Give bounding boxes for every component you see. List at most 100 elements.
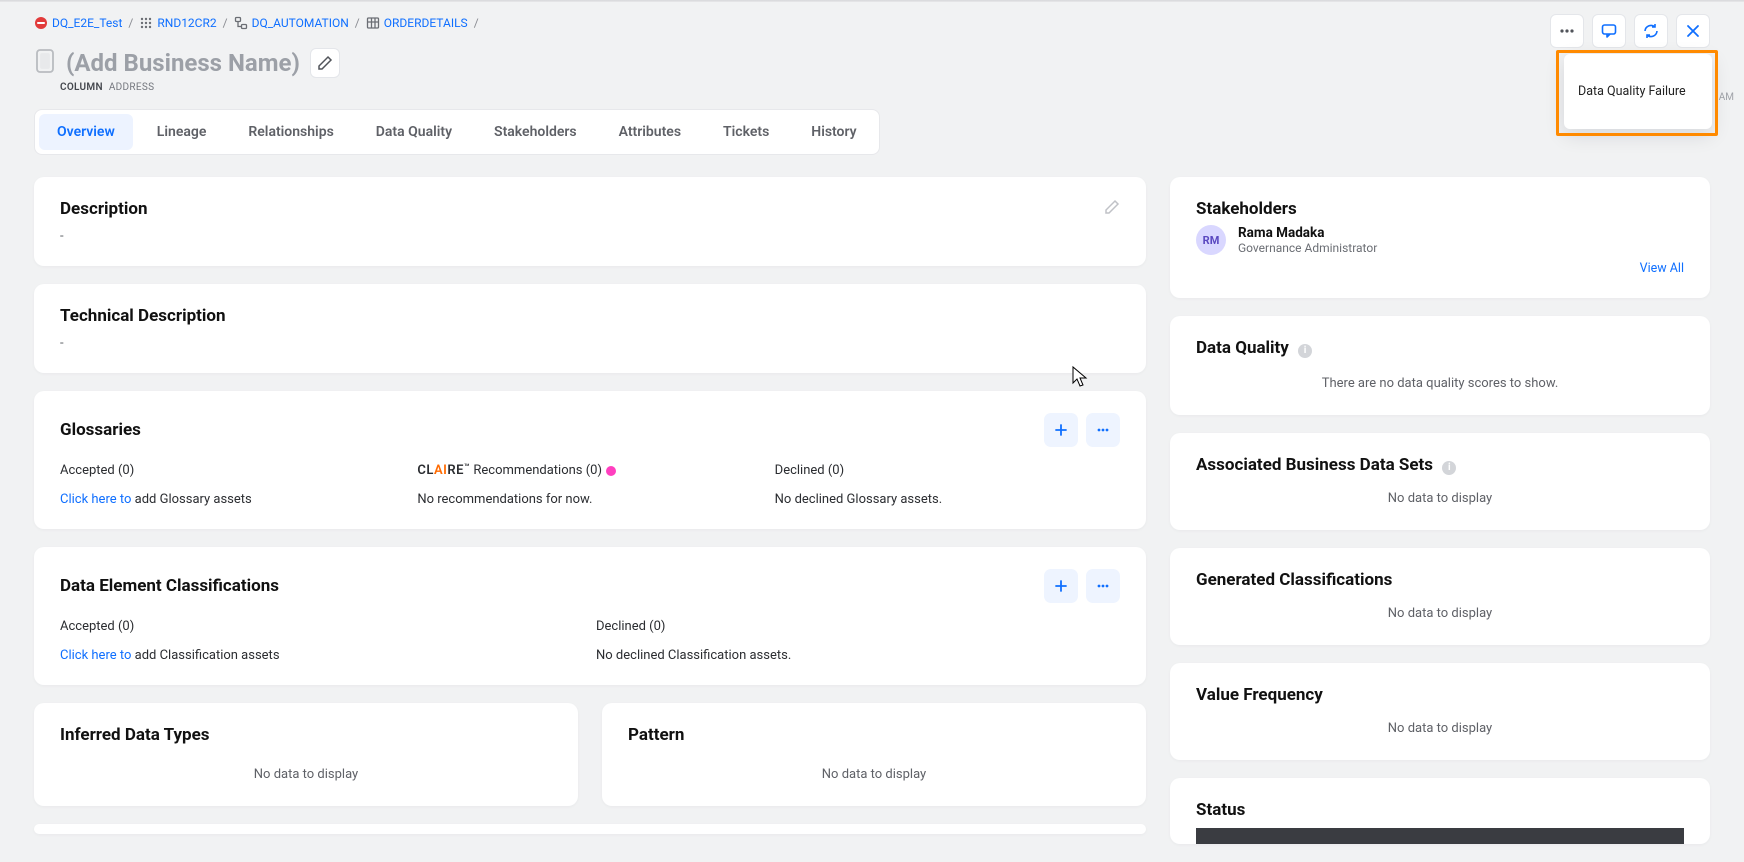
classification-declined-body: No declined Classification assets. xyxy=(596,648,1120,663)
status-card: Status xyxy=(1170,778,1710,844)
data-quality-body: There are no data quality scores to show… xyxy=(1196,368,1684,393)
refresh-button[interactable] xyxy=(1634,14,1668,48)
tab-relationships[interactable]: Relationships xyxy=(230,114,351,150)
technical-description-card: Technical Description - xyxy=(34,284,1146,373)
inferred-title: Inferred Data Types xyxy=(60,725,552,745)
forbidden-circle-icon xyxy=(34,16,48,30)
breadcrumb: DQ_E2E_Test / RND12CR2 / DQ_AUTOMATION / xyxy=(34,2,1710,38)
close-icon xyxy=(1684,22,1702,40)
more-actions-button[interactable] xyxy=(1550,14,1584,48)
tab-attributes[interactable]: Attributes xyxy=(601,114,699,150)
gen-class-title: Generated Classifications xyxy=(1196,570,1684,590)
assoc-sets-title: Associated Business Data Sets xyxy=(1196,455,1433,475)
view-all-link[interactable]: View All xyxy=(1196,261,1684,276)
add-glossary-button[interactable] xyxy=(1044,413,1078,447)
glossaries-title: Glossaries xyxy=(60,420,141,440)
schema-icon xyxy=(234,16,248,30)
description-body: - xyxy=(60,229,1120,244)
claire-brand: CLAIRE™ xyxy=(417,463,470,478)
value-freq-body: No data to display xyxy=(1196,713,1684,738)
glossary-accepted-label: Accepted (0) xyxy=(60,463,405,478)
data-quality-title: Data Quality xyxy=(1196,338,1289,358)
info-icon[interactable]: i xyxy=(1442,461,1456,475)
stakeholder-role: Governance Administrator xyxy=(1238,241,1377,255)
pattern-card: Pattern No data to display xyxy=(602,703,1146,806)
status-title: Status xyxy=(1196,800,1684,820)
add-classification-button[interactable] xyxy=(1044,569,1078,603)
refresh-icon xyxy=(1642,22,1660,40)
pattern-title: Pattern xyxy=(628,725,1120,745)
edit-description-button[interactable] xyxy=(1104,199,1120,219)
claire-indicator-icon xyxy=(606,466,616,476)
tab-data-quality[interactable]: Data Quality xyxy=(358,114,470,150)
next-card-peek xyxy=(34,824,1146,834)
breadcrumb-item-3[interactable]: ORDERDETAILS xyxy=(384,16,468,30)
more-horizontal-icon xyxy=(1095,422,1111,438)
technical-description-body: - xyxy=(60,336,1120,351)
assoc-sets-body: No data to display xyxy=(1196,483,1684,508)
notification-text: Data Quality Failure xyxy=(1578,84,1686,99)
plus-icon xyxy=(1053,578,1069,594)
tab-overview[interactable]: Overview xyxy=(39,114,133,150)
description-card: Description - xyxy=(34,177,1146,266)
gen-class-body: No data to display xyxy=(1196,598,1684,623)
data-quality-card: Data Quality i There are no data quality… xyxy=(1170,316,1710,415)
pencil-icon xyxy=(317,55,333,71)
comment-icon xyxy=(1600,22,1618,40)
breadcrumb-item-1[interactable]: RND12CR2 xyxy=(157,16,216,30)
plus-icon xyxy=(1053,422,1069,438)
technical-description-title: Technical Description xyxy=(60,306,226,326)
avatar: RM xyxy=(1196,225,1226,255)
tab-history[interactable]: History xyxy=(793,114,874,150)
add-classification-link[interactable]: Click here to xyxy=(60,648,131,663)
asset-type-label: COLUMN xyxy=(60,82,103,93)
page-title: (Add Business Name) xyxy=(66,49,300,77)
glossaries-card: Glossaries Accepted (0) xyxy=(34,391,1146,529)
inferred-card: Inferred Data Types No data to display xyxy=(34,703,578,806)
gen-class-card: Generated Classifications No data to dis… xyxy=(1170,548,1710,645)
column-icon xyxy=(34,48,56,78)
add-glossary-rest: add Glossary assets xyxy=(131,492,251,507)
pencil-icon xyxy=(1104,199,1120,215)
close-button[interactable] xyxy=(1676,14,1710,48)
add-classification-rest: add Classification assets xyxy=(131,648,279,663)
timestamp-fragment: AM xyxy=(1719,92,1734,103)
glossary-more-button[interactable] xyxy=(1086,413,1120,447)
pattern-body: No data to display xyxy=(628,759,1120,784)
tab-tickets[interactable]: Tickets xyxy=(705,114,787,150)
info-icon[interactable]: i xyxy=(1298,344,1312,358)
classifications-card: Data Element Classifications Ac xyxy=(34,547,1146,685)
more-horizontal-icon xyxy=(1095,578,1111,594)
notification-toast[interactable]: Data Quality Failure xyxy=(1564,54,1712,129)
value-freq-card: Value Frequency No data to display xyxy=(1170,663,1710,760)
classification-accepted-label: Accepted (0) xyxy=(60,619,584,634)
asset-name-value: ADDRESS xyxy=(109,82,154,93)
add-glossary-link[interactable]: Click here to xyxy=(60,492,131,507)
stakeholders-title: Stakeholders xyxy=(1196,199,1684,219)
grid-dots-icon xyxy=(139,16,153,30)
comments-button[interactable] xyxy=(1592,14,1626,48)
glossary-recs-body: No recommendations for now. xyxy=(417,492,762,507)
classification-more-button[interactable] xyxy=(1086,569,1120,603)
stakeholders-card: Stakeholders RM Rama Madaka Governance A… xyxy=(1170,177,1710,298)
description-title: Description xyxy=(60,199,147,219)
stakeholder-name: Rama Madaka xyxy=(1238,225,1377,241)
classifications-title: Data Element Classifications xyxy=(60,576,279,596)
glossary-declined-label: Declined (0) xyxy=(775,463,1120,478)
tab-stakeholders[interactable]: Stakeholders xyxy=(476,114,595,150)
inferred-body: No data to display xyxy=(60,759,552,784)
edit-title-button[interactable] xyxy=(310,48,340,78)
breadcrumb-item-2[interactable]: DQ_AUTOMATION xyxy=(252,16,349,30)
glossary-declined-body: No declined Glossary assets. xyxy=(775,492,1120,507)
table-icon xyxy=(366,16,380,30)
classification-declined-label: Declined (0) xyxy=(596,619,1120,634)
value-freq-title: Value Frequency xyxy=(1196,685,1684,705)
tab-strip: Overview Lineage Relationships Data Qual… xyxy=(34,109,880,155)
assoc-sets-card: Associated Business Data Sets i No data … xyxy=(1170,433,1710,530)
asset-subtitle: COLUMN ADDRESS xyxy=(34,82,1710,105)
more-horizontal-icon xyxy=(1558,22,1576,40)
tab-lineage[interactable]: Lineage xyxy=(139,114,225,150)
glossary-recs-label: CLAIRE™ Recommendations (0) xyxy=(417,463,762,478)
breadcrumb-item-0[interactable]: DQ_E2E_Test xyxy=(52,16,122,30)
stakeholder-row: RM Rama Madaka Governance Administrator xyxy=(1196,225,1684,255)
